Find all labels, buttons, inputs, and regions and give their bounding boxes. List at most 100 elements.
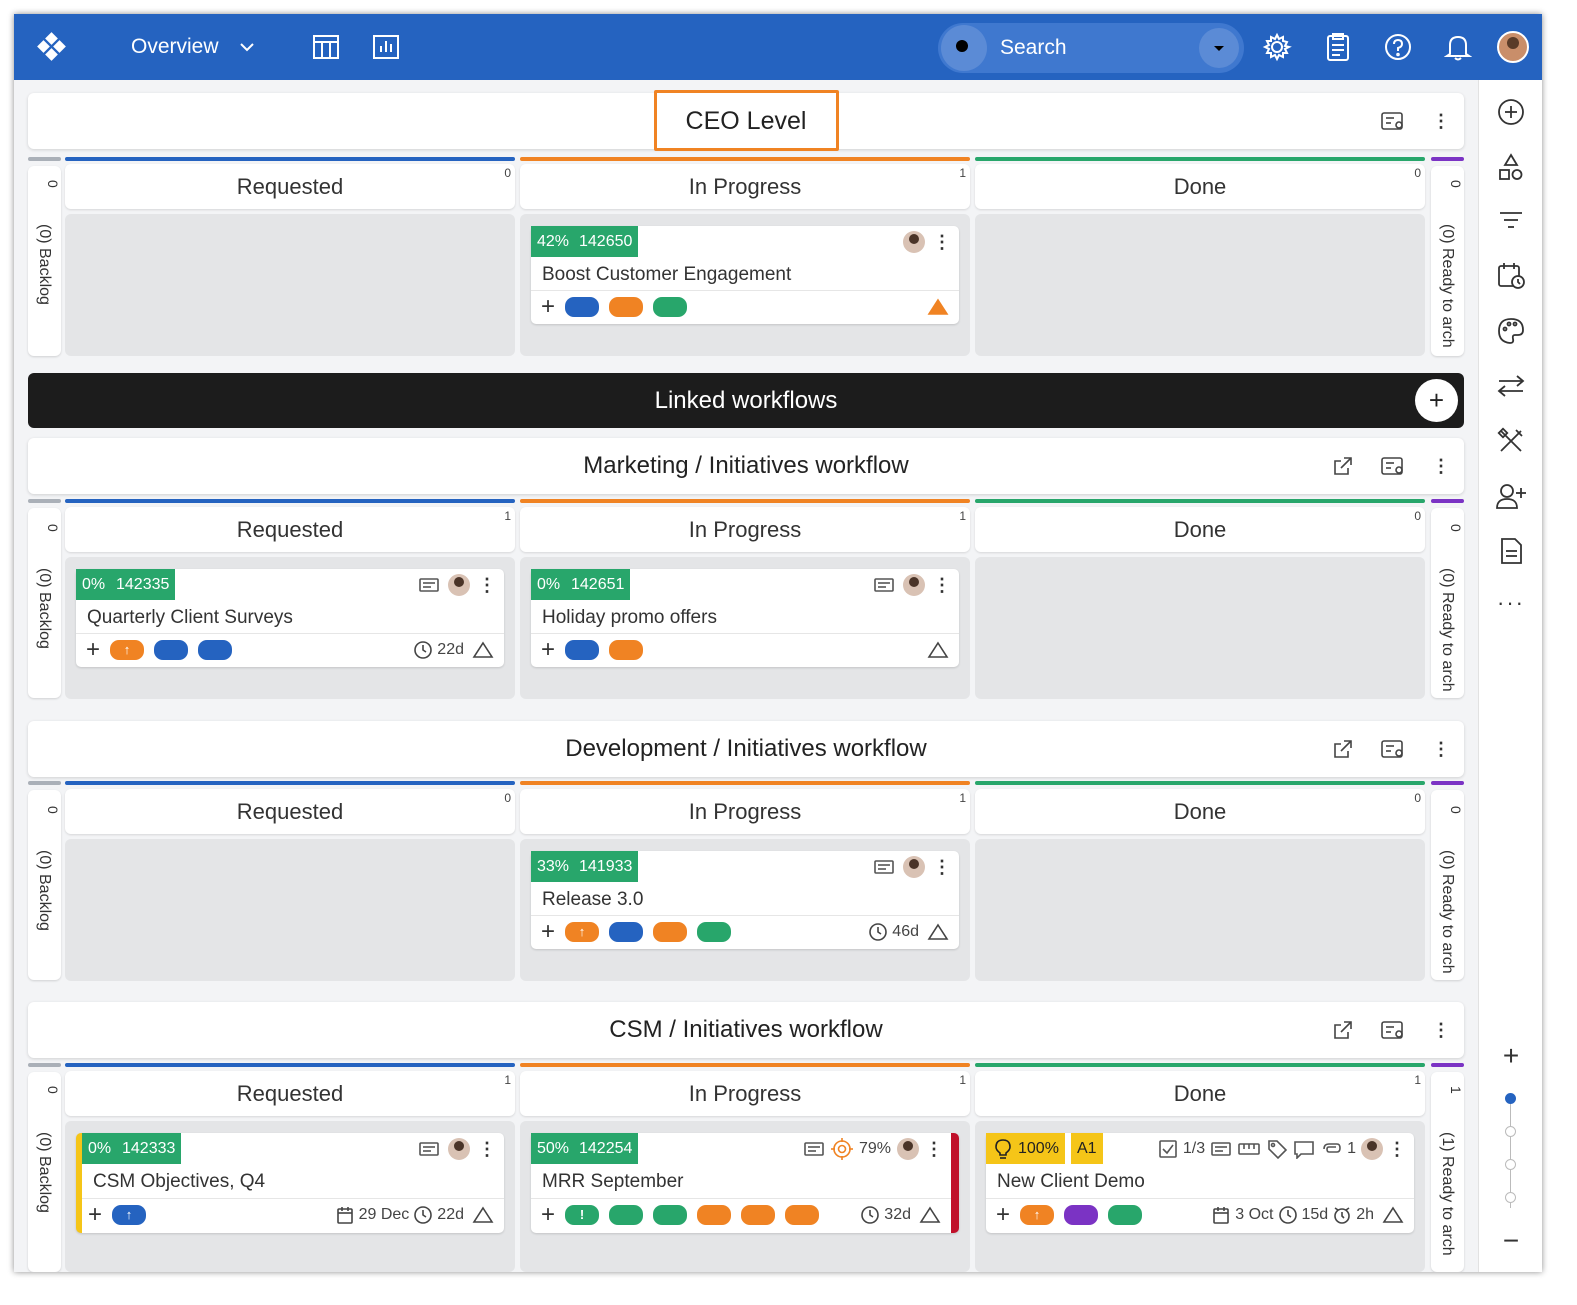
card[interactable]: 0% 142651 ⋮ Holiday promo offers +	[531, 569, 959, 667]
card-title[interactable]: Boost Customer Engagement	[542, 264, 791, 286]
comment-icon[interactable]	[1293, 1139, 1315, 1159]
board-settings-icon[interactable]	[1380, 738, 1406, 760]
column-body-done[interactable]	[975, 214, 1425, 356]
add-tag-icon[interactable]: +	[88, 1203, 102, 1227]
tag-pill[interactable]	[697, 922, 732, 942]
search-dropdown-icon[interactable]	[1199, 28, 1239, 68]
card-title[interactable]: Quarterly Client Surveys	[87, 607, 293, 629]
assignee-avatar[interactable]	[448, 573, 470, 596]
app-logo-icon[interactable]	[34, 14, 70, 80]
tag-pill[interactable]	[1108, 1205, 1143, 1225]
priority-up-pill[interactable]: ↑	[1020, 1205, 1055, 1225]
more-vertical-icon[interactable]: ⋮	[1432, 112, 1450, 130]
column-body-in-progress[interactable]: 50% 142254 79% ⋮ MRR September + ! 32d	[520, 1121, 970, 1272]
card[interactable]: 33% 141933 ⋮ Release 3.0 + ↑ 46d	[531, 851, 959, 949]
calendar-clock-icon[interactable]	[1479, 260, 1542, 290]
add-tag-icon[interactable]: +	[541, 295, 555, 319]
card[interactable]: 0% 142335 ⋮ Quarterly Client Surveys + ↑	[76, 569, 504, 667]
more-vertical-icon[interactable]: ⋮	[933, 576, 951, 594]
backlog-column[interactable]: 0 (0) Backlog	[28, 1072, 61, 1272]
tag-pill[interactable]	[565, 297, 600, 317]
tag-pill[interactable]	[609, 1205, 644, 1225]
ready-to-archive-column[interactable]: 1 (1) Ready to arch	[1431, 1072, 1464, 1272]
priority-up-pill[interactable]: ↑	[565, 922, 600, 942]
card-id[interactable]: A1	[1071, 1133, 1103, 1164]
assignee-avatar[interactable]	[1361, 1137, 1383, 1160]
shapes-icon[interactable]	[1479, 152, 1542, 182]
column-body-requested[interactable]	[65, 214, 515, 356]
search-icon[interactable]	[941, 25, 987, 71]
attachment-icon[interactable]	[1320, 1141, 1342, 1157]
chart-view-icon[interactable]	[370, 14, 402, 80]
card-title[interactable]: CSM Objectives, Q4	[93, 1171, 265, 1193]
ready-to-archive-column[interactable]: 0 (0) Ready to arch	[1431, 790, 1464, 980]
column-body-in-progress[interactable]: 42% 142650 ⋮ Boost Customer Engagement +	[520, 214, 970, 356]
description-icon[interactable]	[1210, 1140, 1232, 1158]
card[interactable]: 100% A1 1/3 1 ⋮ New Client Demo + ↑ 3 Oc…	[986, 1133, 1414, 1233]
card-title[interactable]: MRR September	[542, 1171, 684, 1193]
more-vertical-icon[interactable]: ⋮	[925, 1140, 943, 1158]
open-external-icon[interactable]	[1332, 1019, 1354, 1041]
card-title[interactable]: Holiday promo offers	[542, 607, 717, 629]
board-settings-icon[interactable]	[1380, 455, 1406, 477]
ready-to-archive-column[interactable]: 0 (0) Ready to arch	[1431, 508, 1464, 698]
card[interactable]: 42% 142650 ⋮ Boost Customer Engagement +	[531, 226, 959, 324]
swap-arrows-icon[interactable]	[1479, 372, 1542, 400]
zoom-level-dot[interactable]	[1505, 1126, 1516, 1137]
tag-pill[interactable]	[609, 922, 644, 942]
tag-pill[interactable]	[609, 640, 644, 660]
more-vertical-icon[interactable]: ⋮	[1432, 740, 1450, 758]
palette-icon[interactable]	[1479, 316, 1542, 346]
ready-to-archive-column[interactable]: 0 (0) Ready to arch	[1431, 166, 1464, 356]
table-view-icon[interactable]	[310, 14, 342, 80]
board-settings-icon[interactable]	[1380, 110, 1406, 132]
add-tag-icon[interactable]: +	[86, 638, 100, 662]
zoom-level-active[interactable]	[1505, 1093, 1516, 1104]
card-id[interactable]: 142333	[116, 1133, 182, 1164]
add-tag-icon[interactable]: +	[541, 638, 555, 662]
card-id[interactable]: 141933	[573, 851, 639, 882]
assignee-avatar[interactable]	[903, 573, 925, 596]
add-linked-workflow-button[interactable]: +	[1415, 379, 1458, 422]
assignee-avatar[interactable]	[903, 230, 925, 253]
tag-pill[interactable]	[154, 640, 189, 660]
assignee-avatar[interactable]	[903, 855, 925, 878]
backlog-column[interactable]: 0 (0) Backlog	[28, 166, 61, 356]
zoom-in-icon[interactable]: +	[1479, 1040, 1542, 1072]
description-icon[interactable]	[418, 576, 440, 594]
more-vertical-icon[interactable]: ⋮	[478, 1140, 496, 1158]
tag-pill[interactable]	[1064, 1205, 1099, 1225]
column-body-requested[interactable]: 0% 142335 ⋮ Quarterly Client Surveys + ↑	[65, 557, 515, 699]
more-vertical-icon[interactable]: ⋮	[1432, 1021, 1450, 1039]
view-selector[interactable]: Overview	[131, 14, 271, 80]
column-body-done[interactable]	[975, 839, 1425, 981]
add-user-icon[interactable]	[1479, 482, 1542, 510]
tag-pill[interactable]	[653, 922, 688, 942]
document-icon[interactable]	[1479, 536, 1542, 566]
tag-pill[interactable]	[697, 1205, 732, 1225]
description-icon[interactable]	[873, 858, 895, 876]
assignee-avatar[interactable]	[897, 1137, 919, 1160]
bell-icon[interactable]	[1441, 14, 1475, 80]
more-vertical-icon[interactable]: ⋮	[1388, 1140, 1406, 1158]
zoom-level-dot[interactable]	[1505, 1159, 1516, 1170]
alert-pill[interactable]: !	[565, 1205, 600, 1225]
tag-icon[interactable]	[1266, 1138, 1288, 1160]
tag-pill[interactable]	[609, 297, 644, 317]
more-vertical-icon[interactable]: ⋮	[1432, 457, 1450, 475]
column-body-done[interactable]: 100% A1 1/3 1 ⋮ New Client Demo + ↑ 3 Oc…	[975, 1121, 1425, 1272]
search-input[interactable]: Search	[1000, 36, 1199, 60]
column-body-in-progress[interactable]: 0% 142651 ⋮ Holiday promo offers +	[520, 557, 970, 699]
zoom-out-icon[interactable]: −	[1479, 1225, 1542, 1257]
tag-pill[interactable]	[198, 640, 233, 660]
add-tag-icon[interactable]: +	[541, 1203, 555, 1227]
more-vertical-icon[interactable]: ⋮	[933, 858, 951, 876]
tools-icon[interactable]	[1479, 427, 1542, 455]
more-horizontal-icon[interactable]: ···	[1479, 590, 1542, 616]
column-body-requested[interactable]: 0% 142333 ⋮ CSM Objectives, Q4 + ↑ 29 De…	[65, 1121, 515, 1272]
tag-pill[interactable]	[565, 640, 600, 660]
card-id[interactable]: 142651	[565, 569, 631, 600]
more-vertical-icon[interactable]: ⋮	[933, 233, 951, 251]
column-body-requested[interactable]	[65, 839, 515, 981]
card-id[interactable]: 142335	[110, 569, 176, 600]
